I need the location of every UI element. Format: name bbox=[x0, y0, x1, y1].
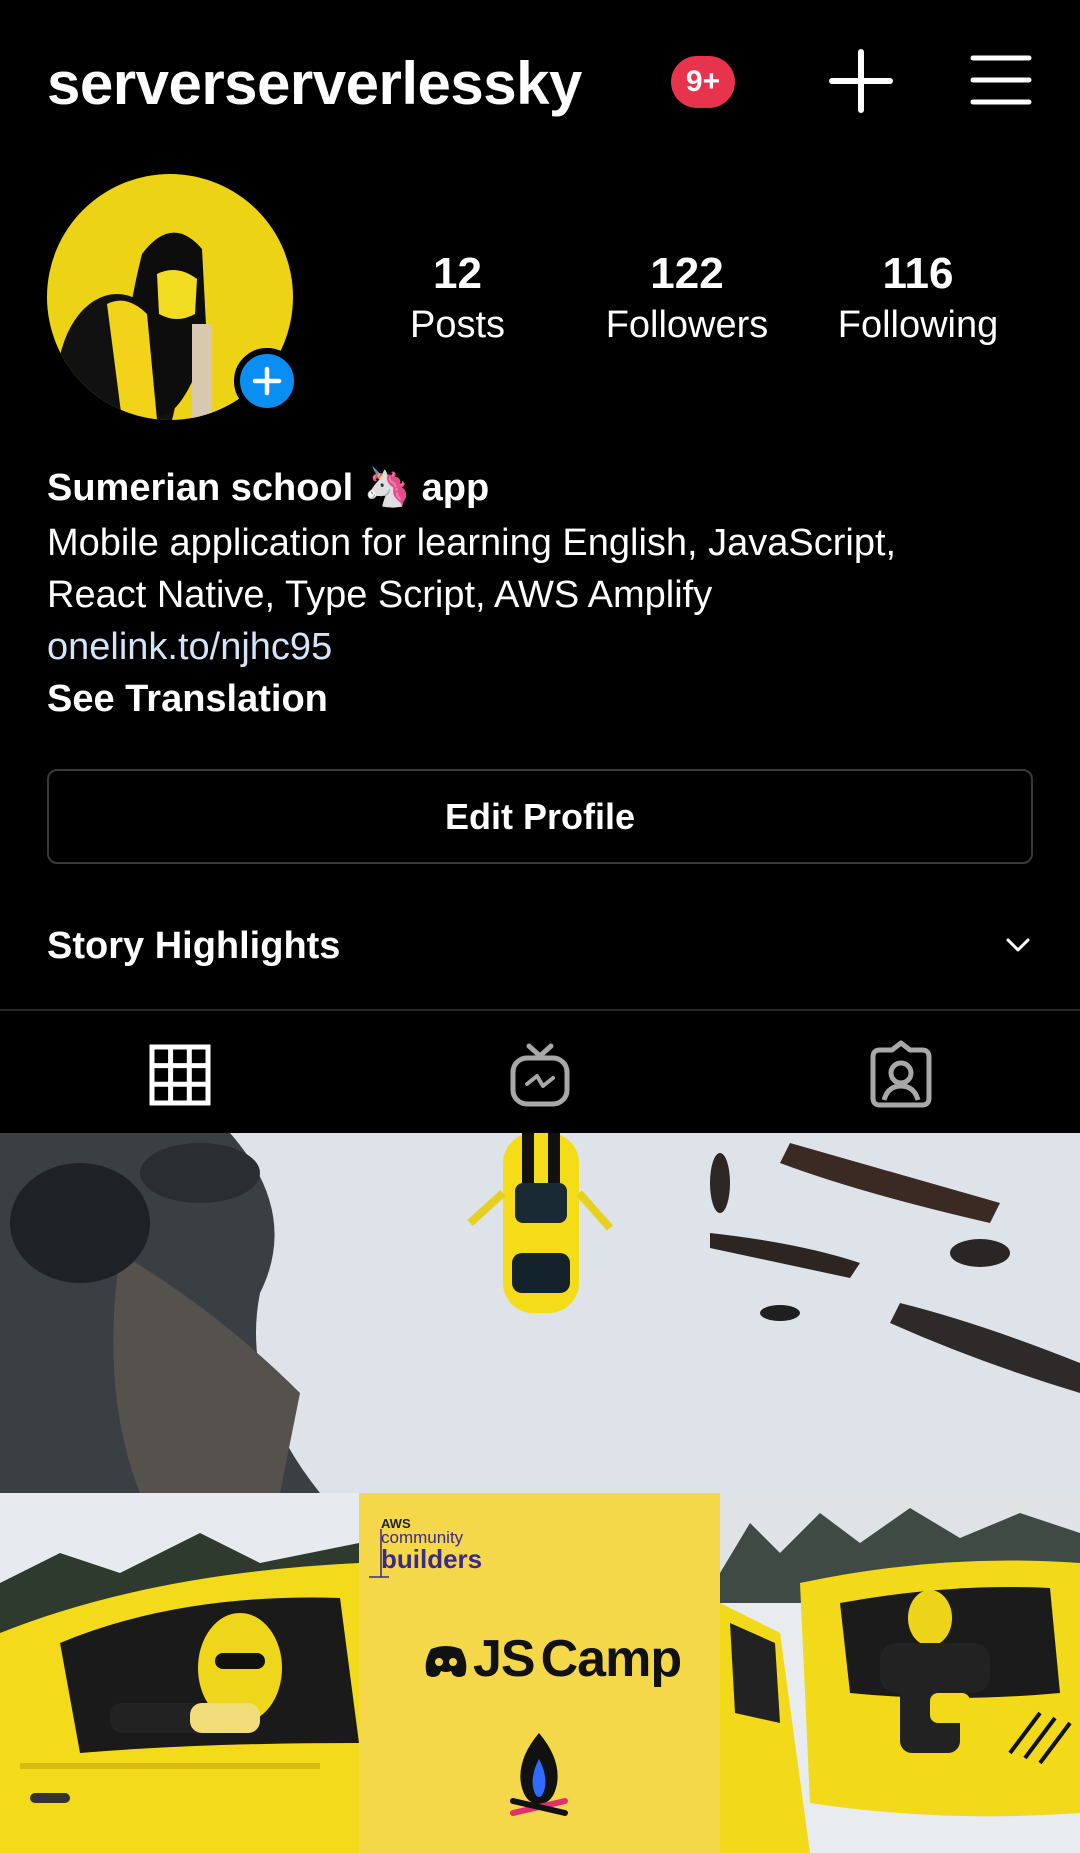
campfire-icon bbox=[510, 1733, 568, 1816]
stat-following[interactable]: 116 Following bbox=[818, 248, 1018, 350]
display-name-text: Sumerian school bbox=[47, 467, 354, 509]
stat-value: 122 bbox=[650, 249, 724, 298]
divider bbox=[0, 1009, 1080, 1011]
stat-label: Posts bbox=[409, 304, 506, 346]
bio-link[interactable]: onelink.to/njhc95 bbox=[47, 621, 332, 673]
tab-igtv[interactable] bbox=[505, 1040, 575, 1110]
plus-icon bbox=[252, 366, 282, 396]
story-highlights-toggle[interactable]: Story Highlights bbox=[47, 918, 340, 974]
stat-value: 12 bbox=[433, 249, 482, 298]
jscamp-logo-text: JS Camp bbox=[473, 1627, 682, 1691]
post-tile-car-driver[interactable] bbox=[0, 1493, 359, 1853]
tab-tagged[interactable] bbox=[866, 1040, 936, 1110]
tagged-icon bbox=[870, 1040, 932, 1108]
post-tile-car-open-door[interactable] bbox=[720, 1493, 1080, 1853]
bio-line: Mobile application for learning English,… bbox=[47, 522, 897, 564]
notification-badge[interactable]: 9+ bbox=[671, 56, 735, 108]
post-tile-car-snow-aerial[interactable] bbox=[0, 1133, 1080, 1493]
profile-username[interactable]: serverserverlessky bbox=[47, 40, 582, 128]
tab-posts-grid[interactable] bbox=[145, 1040, 215, 1110]
post-image bbox=[0, 1493, 359, 1853]
post-tile-jscamp[interactable]: AWS community builders JS Camp bbox=[359, 1493, 720, 1853]
stat-posts[interactable]: 12 Posts bbox=[380, 248, 535, 350]
stat-label: Followers bbox=[605, 304, 769, 346]
profile-display-name: Sumerian school 🦄 app bbox=[47, 462, 1047, 514]
hamburger-menu-icon bbox=[970, 55, 1032, 105]
menu-button[interactable] bbox=[970, 52, 1032, 108]
post-image bbox=[0, 1133, 1080, 1493]
aws-bracket-icon bbox=[369, 1529, 389, 1578]
post-image bbox=[720, 1493, 1080, 1853]
aws-builders-text: builders bbox=[381, 1544, 483, 1574]
unicorn-emoji: 🦄 bbox=[363, 467, 412, 509]
stat-followers[interactable]: 122 Followers bbox=[587, 248, 787, 350]
stat-value: 116 bbox=[882, 249, 954, 298]
display-name-text: app bbox=[421, 467, 490, 509]
igtv-icon bbox=[510, 1043, 570, 1107]
bio-line: React Native, Type Script, AWS Amplify bbox=[47, 574, 713, 616]
edit-profile-button[interactable]: Edit Profile bbox=[47, 769, 1033, 864]
jscamp-camp-text: Camp bbox=[540, 1630, 682, 1688]
add-story-button[interactable] bbox=[234, 348, 300, 414]
grid-icon bbox=[149, 1044, 211, 1106]
create-button[interactable] bbox=[828, 48, 894, 114]
see-translation-link[interactable]: See Translation bbox=[47, 673, 328, 725]
stat-label: Following bbox=[837, 304, 999, 346]
plus-icon bbox=[829, 49, 893, 113]
discord-icon bbox=[425, 1646, 467, 1677]
jscamp-js-text: JS bbox=[473, 1630, 536, 1688]
chevron-down-icon[interactable] bbox=[1000, 930, 1036, 960]
